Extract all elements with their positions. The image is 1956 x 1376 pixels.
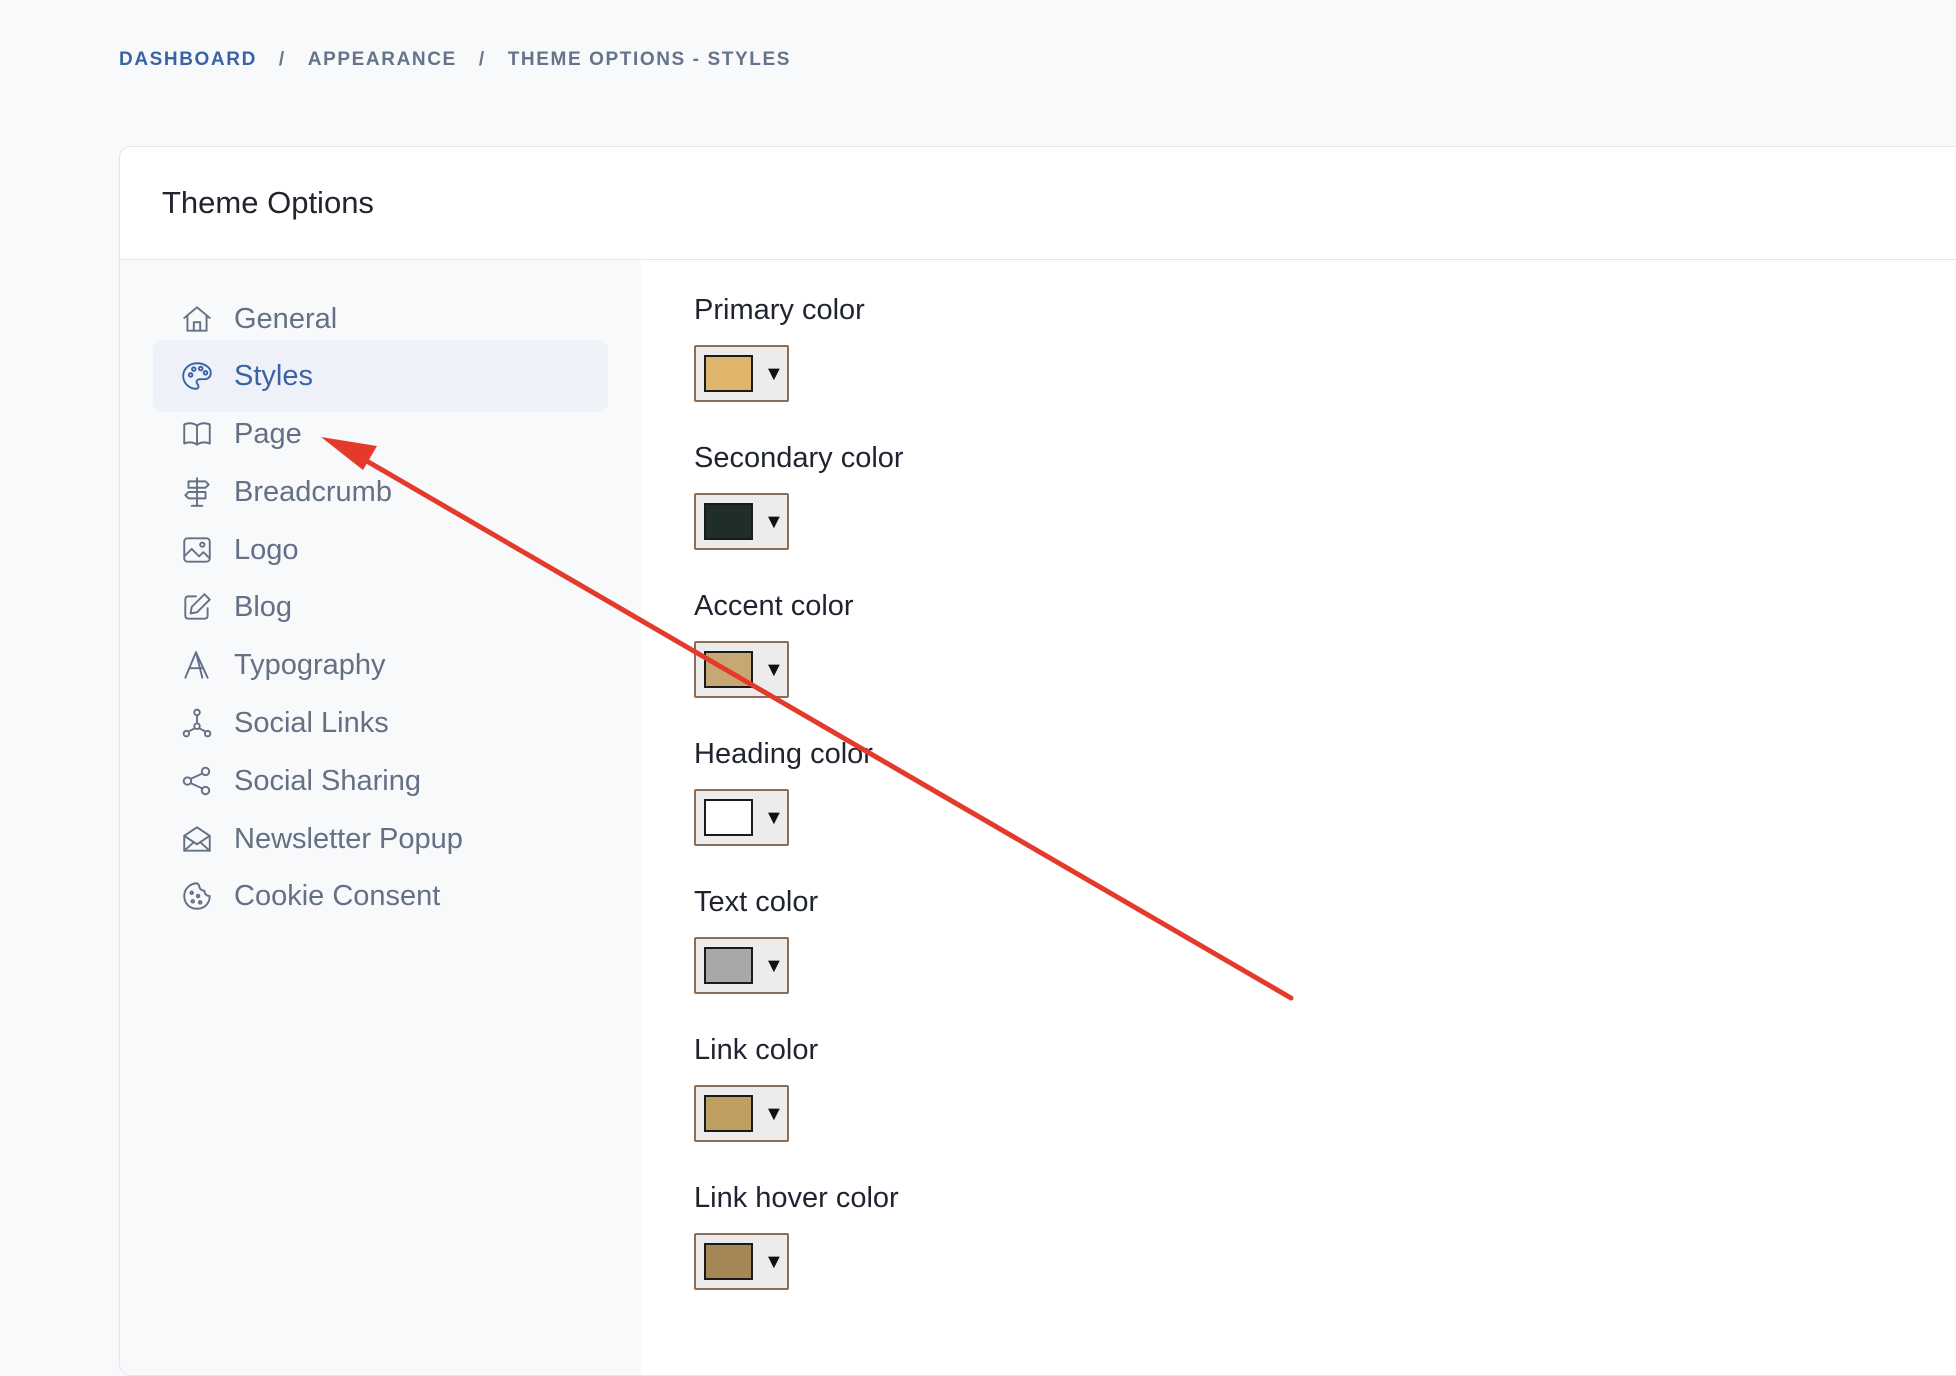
chevron-down-icon: ▼ xyxy=(764,1250,784,1273)
chevron-down-icon: ▼ xyxy=(764,510,784,533)
link-color-field: Link color ▼ xyxy=(694,1034,818,1142)
heading-color-field: Heading color ▼ xyxy=(694,738,873,846)
sidebar-item-label: Styles xyxy=(234,359,313,392)
styles-settings-panel: Primary color ▼ Secondary color ▼ Accent… xyxy=(641,260,1956,1375)
link-hover-color-field: Link hover color ▼ xyxy=(694,1182,899,1290)
breadcrumb-current-page: THEME OPTIONS - STYLES xyxy=(507,49,791,70)
theme-options-sidebar: General Styles Page Breadcrumb Logo Blog… xyxy=(120,260,641,1375)
chevron-down-icon: ▼ xyxy=(764,954,784,977)
theme-options-card: Theme Options General Styles Page Breadc… xyxy=(119,146,1956,1376)
signpost-icon xyxy=(179,474,215,510)
text-color-picker[interactable]: ▼ xyxy=(694,937,789,994)
link-color-picker[interactable]: ▼ xyxy=(694,1085,789,1142)
breadcrumb-dashboard-link[interactable]: DASHBOARD xyxy=(119,49,257,71)
sidebar-item-label: Social Sharing xyxy=(234,764,421,797)
mail-open-icon xyxy=(179,821,215,857)
edit-icon xyxy=(179,589,215,625)
breadcrumb-appearance-link[interactable]: APPEARANCE xyxy=(308,49,457,71)
accent-color-picker[interactable]: ▼ xyxy=(694,641,789,698)
link-color-label: Link color xyxy=(694,1034,819,1066)
text-color-field: Text color ▼ xyxy=(694,886,818,994)
link-hover-color-label: Link hover color xyxy=(694,1182,899,1214)
sidebar-item-label: Page xyxy=(234,417,302,450)
breadcrumb-separator: / xyxy=(478,49,486,70)
sidebar-item-label: Breadcrumb xyxy=(234,475,392,508)
typography-icon xyxy=(179,647,215,683)
link-color-swatch xyxy=(704,1095,753,1132)
sidebar-item-label: General xyxy=(234,302,338,335)
social-links-icon xyxy=(179,705,215,741)
secondary-color-swatch xyxy=(704,503,753,540)
book-icon xyxy=(179,416,215,452)
accent-color-label: Accent color xyxy=(694,590,854,622)
heading-color-label: Heading color xyxy=(694,738,873,770)
sidebar-item-cookie-consent[interactable]: Cookie Consent xyxy=(153,860,608,932)
accent-color-swatch xyxy=(704,651,753,688)
sidebar-item-label: Blog xyxy=(234,590,293,623)
text-color-label: Text color xyxy=(694,886,819,918)
primary-color-field: Primary color ▼ xyxy=(694,294,865,402)
accent-color-field: Accent color ▼ xyxy=(694,590,854,698)
sidebar-item-label: Logo xyxy=(234,533,299,566)
page-title: Theme Options xyxy=(162,185,374,220)
primary-color-label: Primary color xyxy=(694,294,865,326)
card-header: Theme Options xyxy=(120,147,1956,260)
cookie-icon xyxy=(179,878,215,914)
secondary-color-picker[interactable]: ▼ xyxy=(694,493,789,550)
sidebar-item-label: Typography xyxy=(234,648,386,681)
heading-color-picker[interactable]: ▼ xyxy=(694,789,789,846)
sidebar-item-label: Social Links xyxy=(234,706,389,739)
image-icon xyxy=(179,532,215,568)
sidebar-item-label: Newsletter Popup xyxy=(234,822,463,855)
heading-color-swatch xyxy=(704,799,753,836)
text-color-swatch xyxy=(704,947,753,984)
secondary-color-label: Secondary color xyxy=(694,442,904,474)
breadcrumb-separator: / xyxy=(278,49,286,70)
chevron-down-icon: ▼ xyxy=(764,362,784,385)
link-hover-color-picker[interactable]: ▼ xyxy=(694,1233,789,1290)
chevron-down-icon: ▼ xyxy=(764,1102,784,1125)
primary-color-picker[interactable]: ▼ xyxy=(694,345,789,402)
sidebar-item-label: Cookie Consent xyxy=(234,879,441,912)
palette-icon xyxy=(179,358,215,394)
secondary-color-field: Secondary color ▼ xyxy=(694,442,904,550)
chevron-down-icon: ▼ xyxy=(764,658,784,681)
primary-color-swatch xyxy=(704,355,753,392)
chevron-down-icon: ▼ xyxy=(764,806,784,829)
link-hover-color-swatch xyxy=(704,1243,753,1280)
share-icon xyxy=(179,763,215,799)
home-icon xyxy=(179,301,215,337)
breadcrumb: DASHBOARD / APPEARANCE / THEME OPTIONS -… xyxy=(119,49,791,71)
